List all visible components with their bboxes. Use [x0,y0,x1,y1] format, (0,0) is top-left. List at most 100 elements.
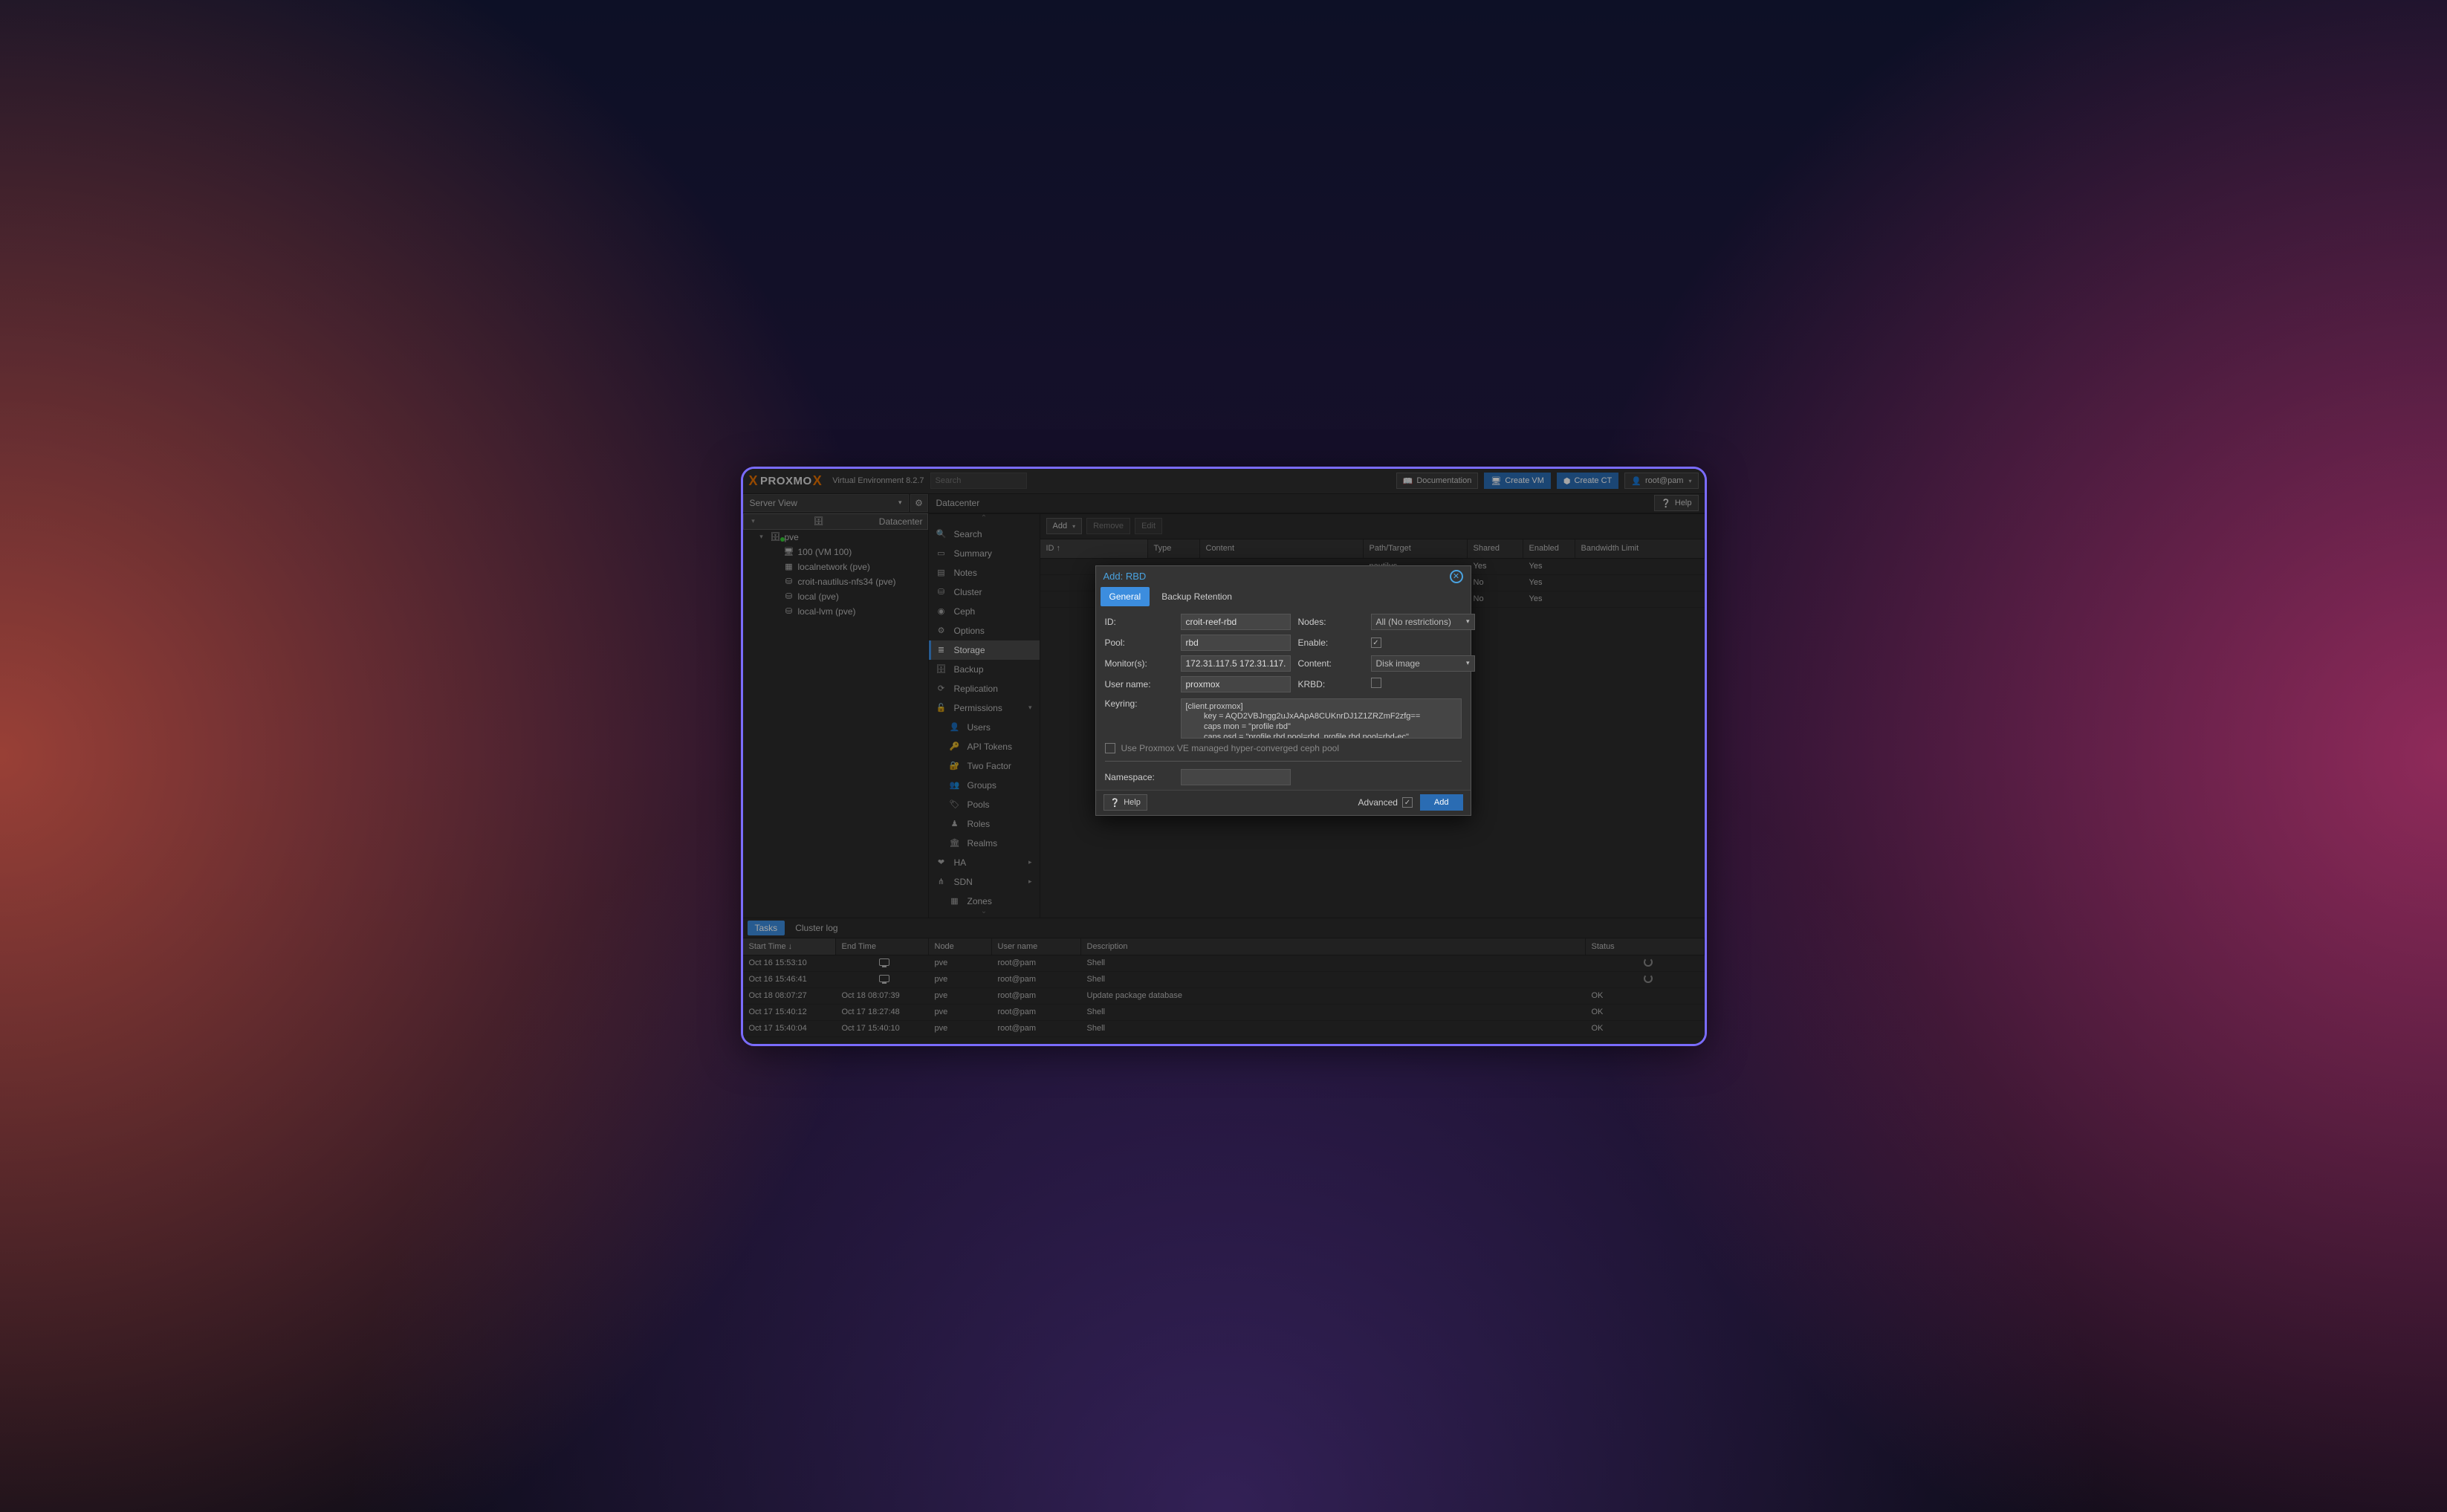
col-shared[interactable]: Shared [1468,539,1523,558]
col-bandwidth[interactable]: Bandwidth Limit [1575,539,1705,558]
collapse-icon[interactable]: ▾ [756,533,767,541]
remove-storage-button[interactable]: Remove [1086,518,1130,534]
tree-item-storage[interactable]: ⛁local (pve) [743,589,928,604]
book-icon: 📖 [1403,476,1413,486]
tree-datacenter[interactable]: ▾ 🗄 Datacenter [743,513,928,530]
nav-replication[interactable]: ⟳Replication [929,679,1040,698]
nav-icon: 🏛 [950,838,960,848]
tree-item-network[interactable]: ▦localnetwork (pve) [743,559,928,574]
nav-search[interactable]: 🔍Search [929,525,1040,544]
docs-button[interactable]: 📖Documentation [1396,473,1479,489]
pool-input[interactable] [1181,635,1291,651]
sidebar-settings-button[interactable]: ⚙ [910,494,928,512]
tab-general[interactable]: General [1101,587,1150,606]
nav-groups[interactable]: 👥Groups [929,776,1040,795]
advanced-checkbox[interactable]: ✓ [1402,797,1413,808]
nav-pools[interactable]: 🏷Pools [929,795,1040,814]
namespace-input[interactable] [1181,769,1291,785]
nav-ceph[interactable]: ◉Ceph [929,602,1040,621]
monitor-icon [879,975,889,982]
nav-icon: 🏷 [950,799,960,809]
col-type[interactable]: Type [1148,539,1200,558]
advanced-toggle[interactable]: Advanced ✓ [1358,797,1413,808]
scroll-down-icon[interactable]: ⌄ [929,907,1040,918]
col-content[interactable]: Content [1200,539,1364,558]
task-row[interactable]: Oct 18 08:07:27Oct 18 08:07:39pveroot@pa… [743,988,1705,1005]
username-input[interactable] [1181,676,1291,692]
tab-tasks[interactable]: Tasks [748,921,785,935]
col-id[interactable]: ID ↑ [1040,539,1148,558]
monitors-input[interactable] [1181,655,1291,672]
dialog-titlebar[interactable]: Add: RBD ✕ [1096,566,1471,587]
nodes-select[interactable]: All (No restrictions)▾ [1371,614,1475,630]
help-button[interactable]: ❔Help [1654,495,1698,511]
add-storage-button[interactable]: Add▾ [1046,518,1083,534]
nav-icon: ≣ [936,645,947,655]
close-icon: ✕ [1453,571,1459,581]
create-ct-button[interactable]: ⬢Create CT [1557,473,1618,489]
col-enabled[interactable]: Enabled [1523,539,1575,558]
tree-node-pve[interactable]: ▾ 🗄 pve [743,530,928,545]
app-frame: X PROXMO X Virtual Environment 8.2.7 📖Do… [741,467,1707,1046]
scroll-up-icon[interactable]: ⌃ [929,514,1040,525]
tab-backup-retention[interactable]: Backup Retention [1153,587,1241,606]
tree-item-storage[interactable]: ⛁local-lvm (pve) [743,604,928,619]
col-node[interactable]: Node [929,938,992,955]
view-selector-label: Server View [750,498,797,508]
global-search-input[interactable] [930,473,1027,489]
task-row[interactable]: Oct 17 15:40:04Oct 17 15:40:10pveroot@pa… [743,1021,1705,1037]
dialog-add-button[interactable]: Add [1420,794,1463,811]
nav-options[interactable]: ⚙Options [929,621,1040,640]
enable-checkbox[interactable]: ✓ [1371,637,1381,648]
nav-summary[interactable]: ▭Summary [929,544,1040,563]
nav-realms[interactable]: 🏛Realms [929,834,1040,853]
user-icon: 👤 [1631,476,1641,486]
nav-label: Notes [954,568,977,578]
brand-logo: X PROXMO X [749,473,824,489]
view-selector[interactable]: Server View ▾ [743,494,909,512]
spinner-icon [1644,974,1653,983]
col-end-time[interactable]: End Time [836,938,929,955]
nav-icon: 🔓 [936,703,947,713]
nav-notes[interactable]: ▤ Notes [929,563,1040,583]
edit-storage-button[interactable]: Edit [1135,518,1162,534]
nav-icon: ▤ [936,568,947,577]
collapse-icon[interactable]: ▾ [748,517,759,525]
krbd-checkbox[interactable] [1371,678,1381,688]
nav-sdn[interactable]: ⋔SDN▸ [929,872,1040,892]
nav-roles[interactable]: ♟Roles [929,814,1040,834]
add-rbd-dialog: Add: RBD ✕ General Backup Retention ID: … [1095,565,1471,816]
disk-icon: ⛁ [783,577,795,586]
col-start-time[interactable]: Start Time ↓ [743,938,836,955]
close-button[interactable]: ✕ [1450,570,1463,583]
tree-item-vm[interactable]: 🖥100 (VM 100) [743,545,928,559]
nav-zones[interactable]: ▦Zones [929,892,1040,907]
keyring-textarea[interactable] [1181,698,1462,739]
col-path[interactable]: Path/Target [1364,539,1468,558]
nav-two-factor[interactable]: 🔐Two Factor [929,756,1040,776]
nav-ha[interactable]: ❤HA▸ [929,853,1040,872]
col-status[interactable]: Status [1586,938,1705,955]
hyperconverged-checkbox[interactable] [1105,743,1115,753]
col-description[interactable]: Description [1081,938,1586,955]
nav-api-tokens[interactable]: 🔑API Tokens [929,737,1040,756]
chevron-down-icon: ▾ [1688,478,1691,484]
task-row[interactable]: Oct 17 15:40:12Oct 17 18:27:48pveroot@pa… [743,1005,1705,1021]
tree-item-storage[interactable]: ⛁croit-nautilus-nfs34 (pve) [743,574,928,589]
user-menu-button[interactable]: 👤root@pam▾ [1624,473,1698,489]
dialog-help-button[interactable]: ❔Help [1103,794,1147,811]
tab-cluster-log[interactable]: Cluster log [788,921,845,935]
nav-cluster[interactable]: ⛁Cluster [929,583,1040,602]
nav-permissions[interactable]: 🔓Permissions▾ [929,698,1040,718]
nav-label: Zones [968,896,992,906]
content-select[interactable]: Disk image▾ [1371,655,1475,672]
create-vm-button[interactable]: 🖥Create VM [1484,473,1551,489]
nav-backup[interactable]: 🗄Backup [929,660,1040,679]
task-row[interactable]: Oct 16 15:46:41pveroot@pamShell [743,972,1705,988]
nav-storage[interactable]: ≣Storage [929,640,1040,660]
id-input[interactable] [1181,614,1291,630]
nav-users[interactable]: 👤Users [929,718,1040,737]
col-user[interactable]: User name [992,938,1081,955]
task-row[interactable]: Oct 16 15:53:10pveroot@pamShell [743,955,1705,972]
divider [1105,761,1462,762]
